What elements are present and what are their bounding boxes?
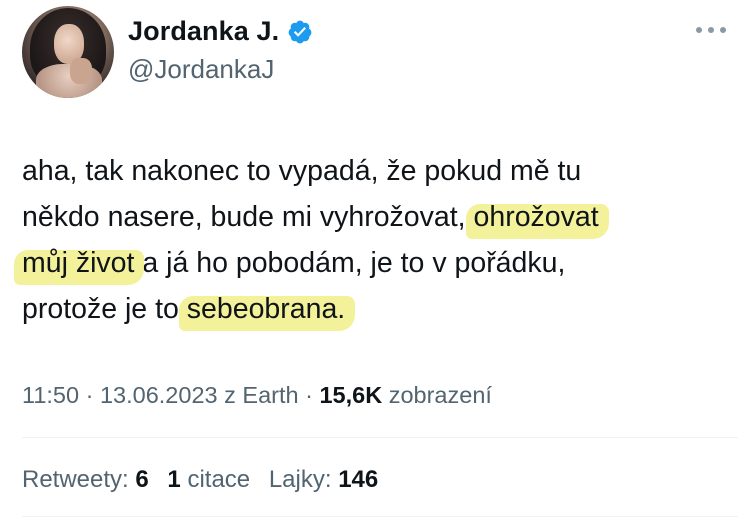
more-dot [708, 27, 714, 33]
quotes-label: citace [187, 466, 251, 493]
divider [22, 437, 738, 438]
avatar-hand [70, 58, 92, 84]
tweet-text-segment: protože je to [22, 293, 187, 325]
retweets-label: Retweety: [22, 466, 129, 493]
tweet-line: protože je to sebeobrana. [22, 286, 732, 332]
tweet-meta: 11:50 · 13.06.2023 z Earth · 15,6K zobra… [22, 382, 492, 409]
retweets-count: 6 [135, 466, 149, 493]
retweets-stat[interactable]: Retweety: 6 [22, 466, 149, 494]
tweet-line: můj život a já ho pobodám, je to v pořád… [22, 240, 732, 286]
highlighted-text: sebeobrana. [186, 293, 346, 325]
quotes-stat[interactable]: 1 citace [167, 466, 250, 494]
quotes-count: 1 [167, 466, 181, 493]
tweet-source: z Earth [224, 382, 299, 408]
tweet-header: Jordanka J. @JordankaJ [22, 6, 732, 98]
highlighted-text: ohrožovat [473, 201, 599, 233]
tweet-time[interactable]: 11:50 [22, 382, 79, 408]
display-name[interactable]: Jordanka J. [128, 16, 279, 47]
name-row: Jordanka J. [128, 16, 313, 47]
more-dot [696, 27, 702, 33]
tweet-text-segment: někdo nasere, bude mi vyhrožovat, [22, 201, 474, 233]
tweet-stats: Retweety: 6 1 citace Lajky: 146 [22, 466, 390, 494]
divider [22, 516, 738, 517]
more-dot [720, 27, 726, 33]
tweet-line: někdo nasere, bude mi vyhrožovat, ohrožo… [22, 194, 732, 240]
likes-label: Lajky: [268, 466, 332, 493]
meta-separator: · [305, 382, 320, 408]
likes-count: 146 [338, 466, 379, 493]
views-count: 15,6K [319, 382, 383, 408]
tweet-text-segment: aha, tak nakonec to vypadá, že pokud mě … [22, 155, 582, 187]
tweet-line: aha, tak nakonec to vypadá, že pokud mě … [22, 148, 732, 194]
views-label: zobrazení [388, 382, 492, 408]
meta-separator: · [85, 382, 100, 408]
tweet-text: aha, tak nakonec to vypadá, že pokud mě … [22, 148, 732, 332]
highlighted-text: můj život [22, 247, 135, 279]
avatar[interactable] [22, 6, 114, 98]
tweet-text-segment: a já ho pobodám, je to v pořádku, [134, 247, 566, 279]
likes-stat[interactable]: Lajky: 146 [269, 466, 378, 494]
user-handle[interactable]: @JordankaJ [128, 54, 274, 85]
tweet-date[interactable]: 13.06.2023 [100, 382, 218, 408]
more-options-icon[interactable] [696, 20, 726, 40]
avatar-body [36, 64, 102, 98]
verified-badge-icon [288, 20, 312, 43]
